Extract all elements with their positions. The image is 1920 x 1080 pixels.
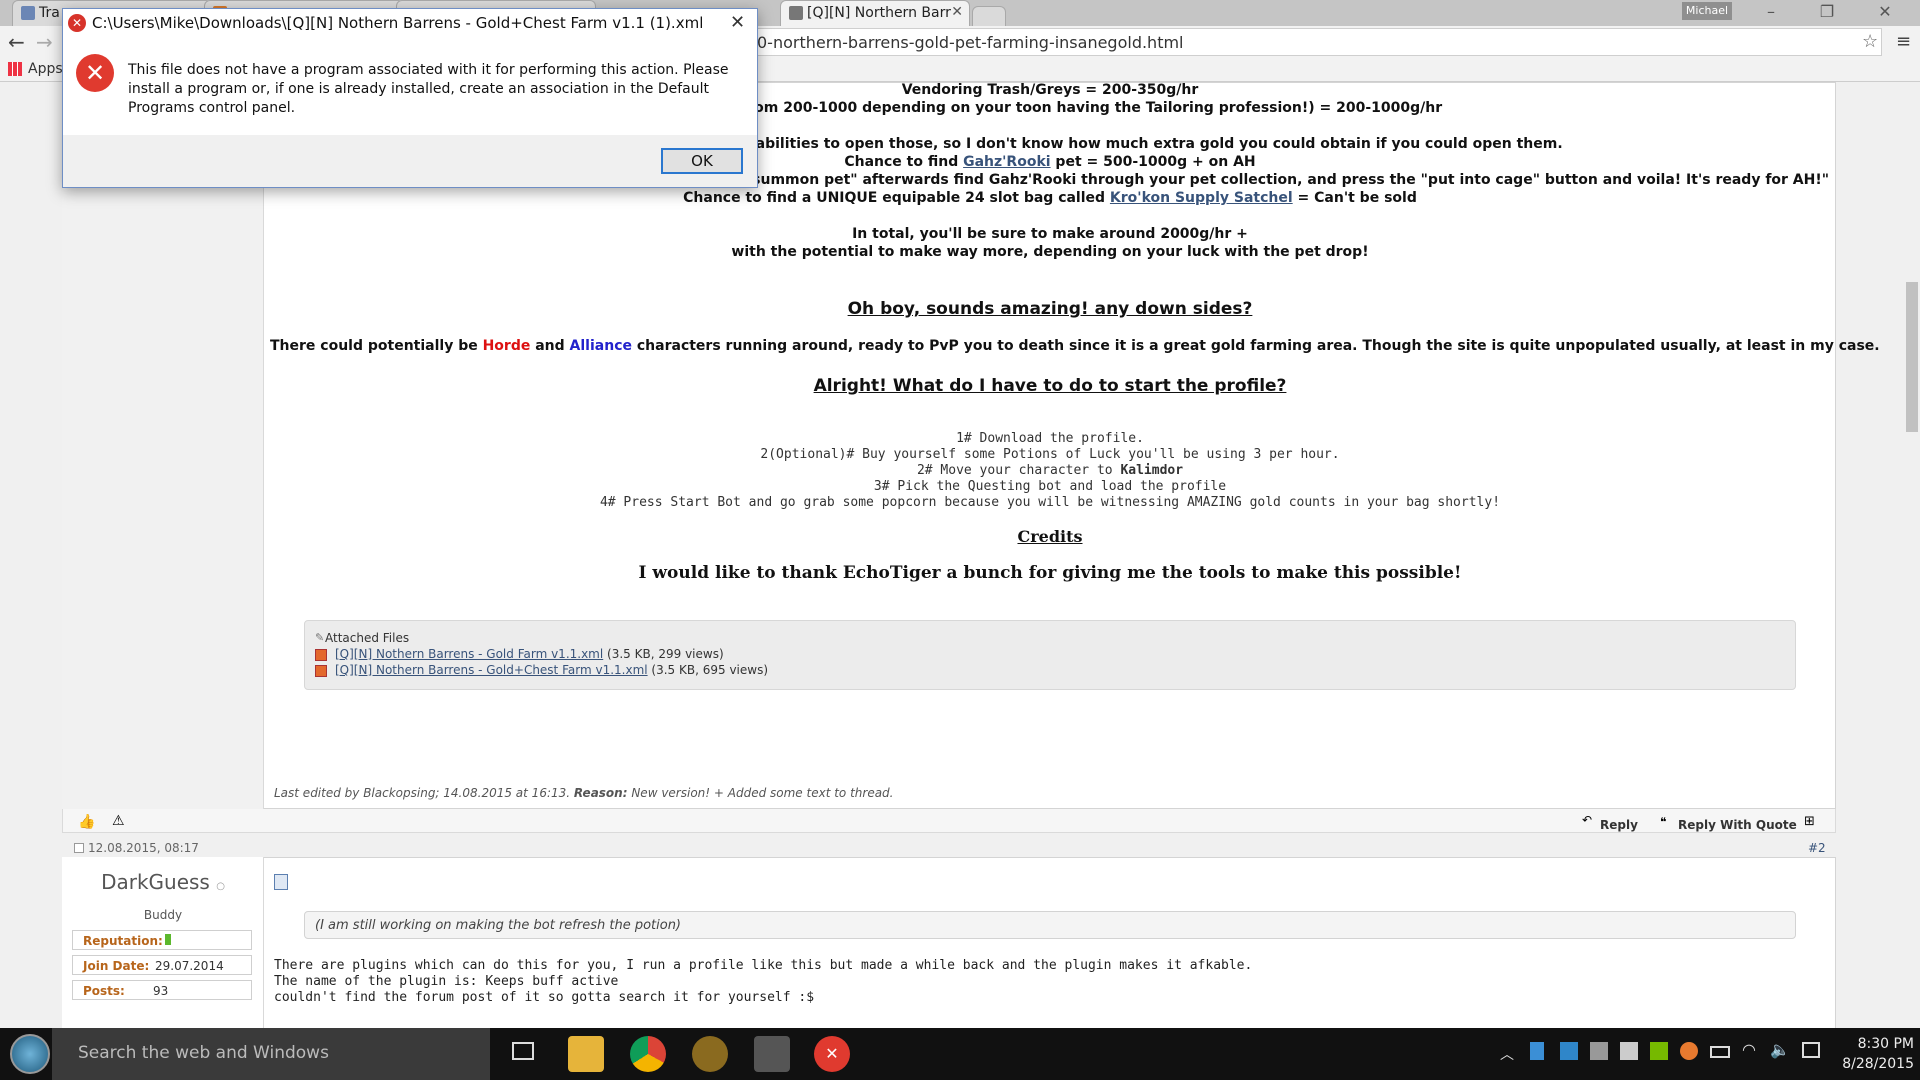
section-heading: Oh boy, sounds amazing! any down sides?	[847, 299, 1253, 319]
step-line: 2# Move your character to Kalimdor	[916, 463, 1184, 478]
user-rank: Buddy	[143, 908, 183, 922]
tab-favicon-icon	[789, 6, 803, 20]
bookmark-star-icon[interactable]: ☆	[1862, 31, 1878, 52]
post-line: with the potential to make way more, dep…	[731, 244, 1369, 260]
post-line: There could potentially be Horde and All…	[270, 338, 1880, 354]
close-window-icon[interactable]: ✕	[1862, 0, 1908, 26]
quote-box: (I am still working on making the bot re…	[304, 911, 1796, 939]
tray-app-icon[interactable]	[1680, 1042, 1698, 1060]
close-tab-icon[interactable]: ✕	[951, 4, 963, 20]
post-2	[62, 857, 1836, 1034]
report-warning-icon[interactable]: ⚠	[112, 813, 125, 829]
wow-icon[interactable]	[692, 1036, 728, 1072]
profile-badge[interactable]: Michael	[1682, 2, 1732, 20]
reputation-box: Reputation:	[72, 930, 252, 950]
apps-icon[interactable]	[8, 62, 22, 76]
error-icon: ✕	[68, 14, 86, 32]
minimize-icon[interactable]: –	[1748, 0, 1794, 26]
paperclip-icon: ✎	[315, 631, 325, 644]
last-edited-note: Last edited by Blackopsing; 14.08.2015 a…	[274, 786, 894, 800]
tray-app-icon[interactable]	[1560, 1042, 1578, 1060]
post-date: 12.08.2015, 08:17	[88, 841, 199, 855]
menu-icon[interactable]: ≡	[1896, 31, 1911, 52]
attached-files-box: ✎ Attached Files [Q][N] Nothern Barrens …	[304, 620, 1796, 690]
chrome-icon[interactable]	[630, 1036, 666, 1072]
app-icon[interactable]	[754, 1036, 790, 1072]
apps-link[interactable]: Apps	[28, 61, 63, 77]
xml-file-icon	[315, 665, 327, 677]
post-line: Chance to find a UNIQUE equipable 24 slo…	[683, 190, 1417, 206]
dialog-message: This file does not have a program associ…	[128, 62, 729, 116]
credits-heading: Credits	[1017, 527, 1083, 546]
offline-status-icon: ○	[216, 881, 225, 892]
post-username[interactable]: DarkGuess ○	[62, 870, 264, 894]
multiquote-icon[interactable]: ⊞	[1804, 814, 1815, 829]
back-icon[interactable]: ←	[8, 30, 25, 54]
tray-app-icon[interactable]	[1590, 1042, 1608, 1060]
attachment-row: [Q][N] Nothern Barrens - Gold Farm v1.1.…	[335, 647, 724, 661]
forward-icon[interactable]: →	[36, 30, 53, 54]
thumbs-up-icon[interactable]: 👍	[78, 814, 95, 830]
step-line: 4# Press Start Bot and go grab some popc…	[599, 495, 1501, 510]
post-text-line: The name of the plugin is: Keeps buff ac…	[274, 974, 619, 989]
step-line: 3# Pick the Questing bot and load the pr…	[873, 479, 1227, 494]
posts-box: Posts: 93	[72, 980, 252, 1000]
reply-with-quote-button[interactable]: Reply With Quote	[1678, 818, 1797, 832]
post-text-line: couldn't find the forum post of it so go…	[274, 990, 815, 1005]
gahz-rooki-link[interactable]: Gahz'Rooki	[963, 154, 1050, 170]
post-date-bar: 12.08.2015, 08:17 #2	[62, 839, 1836, 857]
tab-favicon-icon	[21, 6, 35, 20]
dialog-footer	[63, 135, 757, 187]
post-number-link[interactable]: #2	[1808, 841, 1826, 855]
post-status-icon	[74, 843, 84, 853]
start-button-icon[interactable]	[10, 1034, 50, 1074]
post-1-sidebar	[62, 82, 264, 809]
restore-icon[interactable]: ❐	[1804, 0, 1850, 26]
post-icon	[274, 874, 288, 890]
tab-active[interactable]: [Q][N] Northern Barr ✕	[780, 0, 970, 26]
ok-button[interactable]: OK	[661, 148, 743, 174]
printer-icon[interactable]	[1620, 1042, 1638, 1060]
page-scrollbar[interactable]	[1904, 82, 1920, 1028]
step-line: 1# Download the profile.	[956, 431, 1144, 446]
post-text-line: There are plugins which can do this for …	[274, 958, 1253, 973]
error-large-icon: ✕	[76, 54, 114, 92]
post-action-bar	[62, 809, 1836, 833]
tray-chevron-icon[interactable]: ︿	[1500, 1044, 1514, 1064]
step-line: 2(Optional)# Buy yourself some Potions o…	[760, 447, 1340, 462]
battery-icon[interactable]	[1710, 1046, 1730, 1058]
task-view-icon[interactable]	[512, 1042, 534, 1060]
new-tab-button[interactable]	[972, 6, 1006, 26]
xml-file-icon	[315, 649, 327, 661]
attachment-row: [Q][N] Nothern Barrens - Gold+Chest Farm…	[335, 663, 769, 677]
satchel-link[interactable]: Kro'kon Supply Satchel	[1110, 190, 1293, 206]
post-line: In total, you'll be sure to make around …	[852, 226, 1248, 242]
taskbar-search[interactable]: Search the web and Windows	[52, 1028, 490, 1080]
reply-button[interactable]: Reply	[1600, 818, 1638, 832]
file-explorer-icon[interactable]	[568, 1036, 604, 1072]
wifi-icon[interactable]: ◠	[1742, 1040, 1756, 1059]
scrollbar-thumb[interactable]	[1906, 282, 1918, 432]
thanks-line: I would like to thank EchoTiger a bunch …	[638, 563, 1462, 583]
dialog-title: C:\Users\Mike\Downloads\[Q][N] Nothern B…	[92, 14, 704, 32]
attachment-link[interactable]: [Q][N] Nothern Barrens - Gold Farm v1.1.…	[335, 647, 603, 661]
error-task-icon[interactable]: ✕	[814, 1036, 850, 1072]
reply-icon[interactable]: ↶	[1582, 813, 1592, 827]
bluetooth-icon[interactable]	[1530, 1042, 1544, 1060]
quote-icon[interactable]: ❝	[1660, 815, 1666, 829]
attachment-link[interactable]: [Q][N] Nothern Barrens - Gold+Chest Farm…	[335, 663, 648, 677]
section-heading: Alright! What do I have to do to start t…	[813, 376, 1287, 396]
volume-icon[interactable]: 🔈	[1770, 1040, 1790, 1059]
nvidia-icon[interactable]	[1650, 1042, 1668, 1060]
notifications-icon[interactable]	[1802, 1042, 1820, 1058]
close-dialog-icon[interactable]: ✕	[730, 12, 745, 33]
join-date-box: Join Date: 29.07.2014	[72, 955, 252, 975]
taskbar-clock[interactable]: 8:30 PM 8/28/2015	[1834, 1034, 1914, 1074]
attached-files-title: Attached Files	[325, 631, 410, 645]
reputation-bar	[165, 934, 171, 945]
